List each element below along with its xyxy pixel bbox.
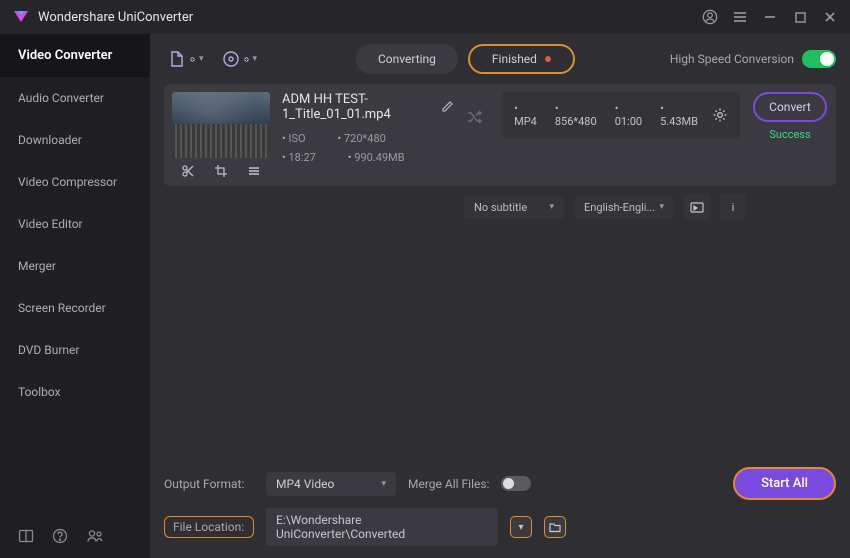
tab-finished[interactable]: Finished [468,44,575,74]
file-location-path: E:\Wondershare UniConverter\Converted [266,508,498,546]
titlebar: Wondershare UniConverter [0,0,850,34]
sidebar-item-merger[interactable]: Merger [0,245,150,287]
tutorial-icon[interactable] [18,528,34,544]
output-format-select[interactable]: MP4 Video▾ [266,472,396,496]
video-thumbnail[interactable] [172,92,270,158]
help-icon[interactable] [52,528,68,544]
subtitle-select[interactable]: No subtitle▾ [464,196,564,219]
crop-icon[interactable] [214,164,228,178]
add-dvd-button[interactable]: ▾ [218,46,262,72]
src-duration: 18:27 [282,151,316,164]
close-icon[interactable] [822,9,838,25]
browse-folder-button[interactable] [544,516,566,538]
dst-size: 5.43MB [660,102,698,128]
file-location-label: File Location: [164,516,254,538]
src-codec: ISO [282,132,306,145]
dst-duration: 01:00 [615,102,642,128]
high-speed-toggle[interactable] [802,50,836,68]
sidebar-item-video-converter[interactable]: Video Converter [0,34,150,77]
sidebar: Video Converter Audio Converter Download… [0,34,150,558]
sidebar-item-screen-recorder[interactable]: Screen Recorder [0,287,150,329]
effects-icon[interactable] [247,164,261,178]
merge-toggle[interactable] [501,476,531,491]
sidebar-item-audio-converter[interactable]: Audio Converter [0,77,150,119]
maximize-icon[interactable] [792,9,808,25]
info-button[interactable]: i [720,194,746,220]
start-all-button[interactable]: Start All [733,467,836,500]
file-name: ADM HH TEST-1_Title_01_01.mp4 [282,92,430,122]
rename-icon[interactable] [440,100,454,114]
add-file-button[interactable]: ▾ [164,46,208,72]
subtitle-value: No subtitle [474,201,527,214]
minimize-icon[interactable] [762,9,778,25]
sidebar-item-video-compressor[interactable]: Video Compressor [0,161,150,203]
audio-track-select[interactable]: English-Engli...▾ [574,196,674,219]
shuffle-icon [466,108,484,126]
menu-icon[interactable] [732,9,748,25]
output-format-value: MP4 Video [276,477,334,491]
sidebar-item-downloader[interactable]: Downloader [0,119,150,161]
app-title: Wondershare UniConverter [38,10,702,25]
sidebar-item-dvd-burner[interactable]: DVD Burner [0,329,150,371]
account-icon[interactable] [702,9,718,25]
toolbar: ▾ ▾ Converting Finished High Speed Conve… [150,34,850,84]
output-format-label: Output Format: [164,477,254,491]
app-logo [12,8,30,26]
path-dropdown-button[interactable]: ▾ [510,516,532,538]
src-res: 720*480 [338,132,386,145]
tab-converting[interactable]: Converting [356,44,458,74]
trim-icon[interactable] [181,164,195,178]
notification-dot-icon [545,56,551,62]
high-speed-label: High Speed Conversion [670,52,794,66]
gear-icon[interactable] [712,107,728,123]
dst-format: MP4 [514,102,537,128]
dst-res: 856*480 [555,102,597,128]
sidebar-item-toolbox[interactable]: Toolbox [0,371,150,413]
file-card: ADM HH TEST-1_Title_01_01.mp4 ISO 720*48… [164,84,836,186]
sidebar-item-video-editor[interactable]: Video Editor [0,203,150,245]
convert-button[interactable]: Convert [753,92,827,122]
audio-value: English-Engli... [584,201,655,214]
open-folder-button[interactable] [684,194,710,220]
src-size: 990.49MB [348,151,405,164]
contacts-icon[interactable] [86,528,104,544]
tab-finished-label: Finished [492,52,537,66]
output-settings[interactable]: MP4 856*480 01:00 5.43MB [502,92,740,138]
status-badge: Success [769,128,810,141]
merge-label: Merge All Files: [408,477,489,491]
